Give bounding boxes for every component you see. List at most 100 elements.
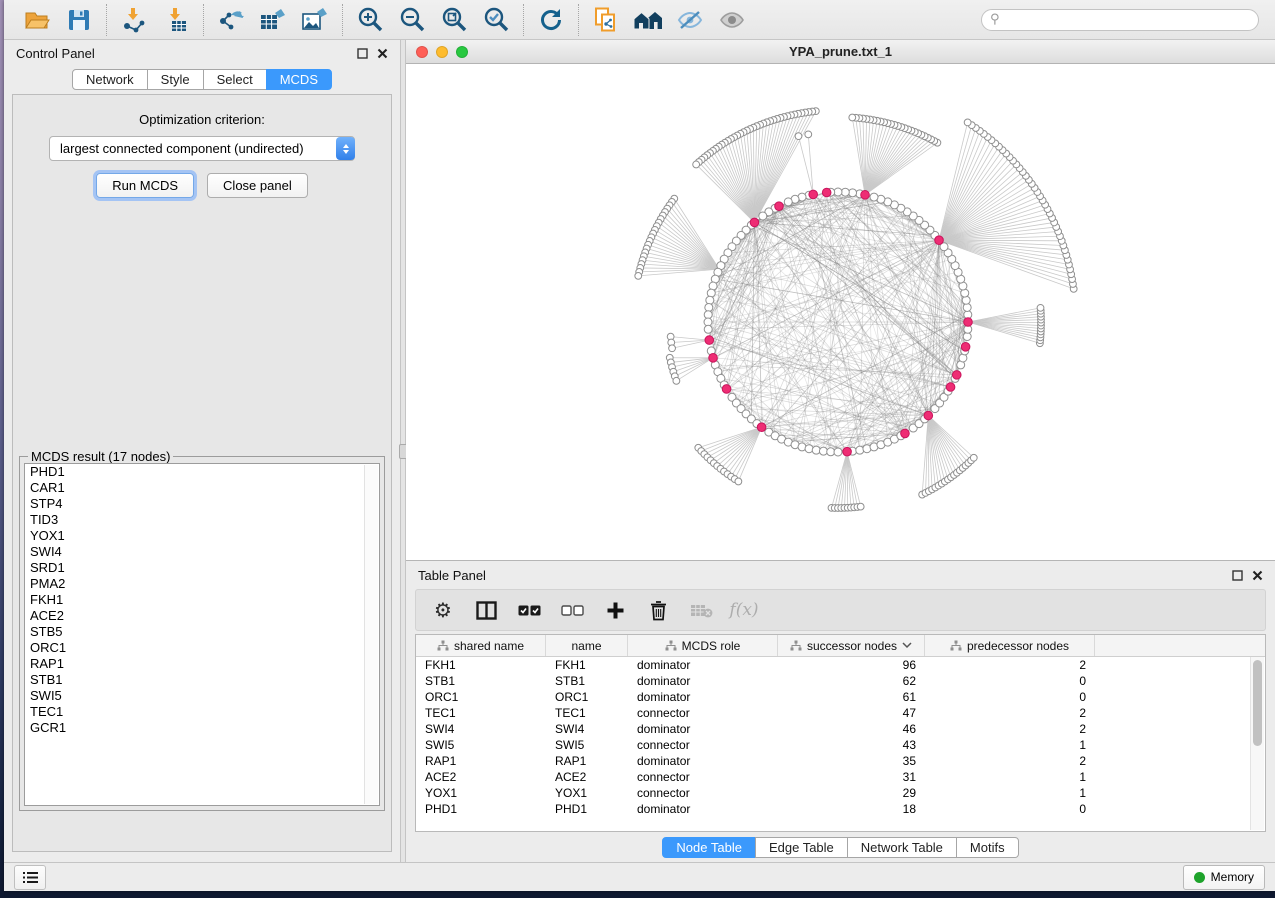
- float-table-panel-icon[interactable]: [1232, 570, 1243, 581]
- import-table-from-file-icon[interactable]: [161, 5, 191, 35]
- table-scrollbar[interactable]: [1250, 657, 1264, 830]
- memory-button[interactable]: Memory: [1183, 865, 1265, 890]
- close-panel-button[interactable]: Close panel: [207, 173, 308, 198]
- mcds-result-item[interactable]: TID3: [25, 512, 379, 528]
- unselect-all-columns-icon[interactable]: [560, 598, 584, 622]
- export-network-icon[interactable]: [216, 5, 246, 35]
- mcds-result-item[interactable]: ACE2: [25, 608, 379, 624]
- table-row[interactable]: ORC1ORC1dominator610: [416, 689, 1251, 705]
- table-row[interactable]: RAP1RAP1dominator352: [416, 753, 1251, 769]
- hide-selected-icon[interactable]: [675, 5, 705, 35]
- tab-network-table[interactable]: Network Table: [847, 837, 957, 858]
- optimization-criterion-select[interactable]: largest connected component (undirected): [49, 136, 355, 161]
- mcds-result-item[interactable]: SWI4: [25, 544, 379, 560]
- mcds-result-item[interactable]: TEC1: [25, 704, 379, 720]
- mcds-hub-node[interactable]: [775, 202, 784, 211]
- mcds-result-item[interactable]: PHD1: [25, 464, 379, 480]
- close-panel-icon[interactable]: [377, 48, 388, 59]
- mcds-hub-node[interactable]: [757, 423, 766, 432]
- mcds-hub-node[interactable]: [946, 383, 955, 392]
- network-graph[interactable]: [406, 64, 1275, 560]
- table-row[interactable]: FKH1FKH1dominator962: [416, 657, 1251, 673]
- task-history-button[interactable]: [14, 865, 46, 890]
- mcds-result-item[interactable]: SRD1: [25, 560, 379, 576]
- tab-mcds[interactable]: MCDS: [266, 69, 332, 90]
- show-all-icon[interactable]: [717, 5, 747, 35]
- zoom-out-icon[interactable]: [397, 5, 427, 35]
- close-table-panel-icon[interactable]: [1252, 570, 1263, 581]
- mcds-result-item[interactable]: FKH1: [25, 592, 379, 608]
- add-column-icon[interactable]: [603, 598, 627, 622]
- mcds-hub-node[interactable]: [822, 188, 831, 197]
- zoom-fit-content-icon[interactable]: [439, 5, 469, 35]
- table-row[interactable]: PHD1PHD1dominator180: [416, 801, 1251, 817]
- export-image-icon[interactable]: [300, 5, 330, 35]
- mcds-result-item[interactable]: STP4: [25, 496, 379, 512]
- tab-edge-table[interactable]: Edge Table: [755, 837, 848, 858]
- export-table-icon[interactable]: [258, 5, 288, 35]
- tab-select[interactable]: Select: [203, 69, 267, 90]
- tab-motifs[interactable]: Motifs: [956, 837, 1019, 858]
- tab-style[interactable]: Style: [147, 69, 204, 90]
- delete-column-icon[interactable]: [646, 598, 670, 622]
- mcds-hub-node[interactable]: [924, 411, 933, 420]
- mcds-result-item[interactable]: STB1: [25, 672, 379, 688]
- column-header-predecessor-nodes[interactable]: predecessor nodes: [925, 635, 1095, 656]
- tab-node-table[interactable]: Node Table: [662, 837, 756, 858]
- mcds-hub-node[interactable]: [964, 318, 973, 327]
- mcds-hub-node[interactable]: [935, 236, 944, 245]
- mcds-result-item[interactable]: SWI5: [25, 688, 379, 704]
- open-file-icon[interactable]: [22, 5, 52, 35]
- window-minimize-button[interactable]: [436, 46, 448, 58]
- column-header-MCDS-role[interactable]: MCDS role: [628, 635, 778, 656]
- mcds-result-item[interactable]: YOX1: [25, 528, 379, 544]
- mcds-hub-node[interactable]: [961, 343, 970, 352]
- refresh-view-icon[interactable]: [536, 5, 566, 35]
- column-header-shared-name[interactable]: shared name: [416, 635, 546, 656]
- first-neighbors-icon[interactable]: [633, 5, 663, 35]
- network-canvas[interactable]: [406, 64, 1275, 560]
- column-header-successor-nodes[interactable]: successor nodes: [778, 635, 925, 656]
- window-close-button[interactable]: [416, 46, 428, 58]
- table-options-gear-icon[interactable]: ⚙: [431, 598, 455, 622]
- show-columns-icon[interactable]: [474, 598, 498, 622]
- window-zoom-button[interactable]: [456, 46, 468, 58]
- column-header-name[interactable]: name: [546, 635, 628, 656]
- search-input[interactable]: [1005, 12, 1250, 28]
- table-row[interactable]: SWI5SWI5connector431: [416, 737, 1251, 753]
- import-network-from-file-icon[interactable]: [119, 5, 149, 35]
- select-all-columns-icon[interactable]: [517, 598, 541, 622]
- zoom-in-icon[interactable]: [355, 5, 385, 35]
- mcds-hub-node[interactable]: [901, 429, 910, 438]
- list-scrollbar[interactable]: [364, 465, 378, 804]
- table-scrollbar-thumb[interactable]: [1253, 660, 1262, 746]
- mcds-result-item[interactable]: PMA2: [25, 576, 379, 592]
- network-window-titlebar[interactable]: YPA_prune.txt_1: [406, 40, 1275, 64]
- mcds-result-item[interactable]: RAP1: [25, 656, 379, 672]
- tab-network[interactable]: Network: [72, 69, 148, 90]
- mcds-result-item[interactable]: CAR1: [25, 480, 379, 496]
- search-box[interactable]: ⚲: [981, 9, 1259, 31]
- mcds-result-item[interactable]: STB5: [25, 624, 379, 640]
- mcds-hub-node[interactable]: [705, 336, 714, 345]
- table-row[interactable]: YOX1YOX1connector291: [416, 785, 1251, 801]
- mcds-hub-node[interactable]: [709, 354, 718, 363]
- run-mcds-button[interactable]: Run MCDS: [96, 173, 194, 198]
- table-row[interactable]: TEC1TEC1connector472: [416, 705, 1251, 721]
- mcds-hub-node[interactable]: [750, 218, 759, 227]
- mcds-hub-node[interactable]: [843, 447, 852, 456]
- copy-visual-style-icon[interactable]: [591, 5, 621, 35]
- float-panel-icon[interactable]: [357, 48, 368, 59]
- save-session-icon[interactable]: [64, 5, 94, 35]
- table-row[interactable]: STB1STB1dominator620: [416, 673, 1251, 689]
- zoom-selected-icon[interactable]: [481, 5, 511, 35]
- mcds-hub-node[interactable]: [722, 385, 731, 394]
- table-row[interactable]: ACE2ACE2connector311: [416, 769, 1251, 785]
- table-row[interactable]: SWI4SWI4dominator462: [416, 721, 1251, 737]
- mcds-result-item[interactable]: GCR1: [25, 720, 379, 736]
- mcds-result-item[interactable]: ORC1: [25, 640, 379, 656]
- mcds-hub-node[interactable]: [809, 190, 818, 199]
- mcds-result-list[interactable]: PHD1CAR1STP4TID3YOX1SWI4SRD1PMA2FKH1ACE2…: [24, 463, 380, 806]
- mcds-hub-node[interactable]: [861, 191, 870, 200]
- mcds-hub-node[interactable]: [952, 371, 961, 380]
